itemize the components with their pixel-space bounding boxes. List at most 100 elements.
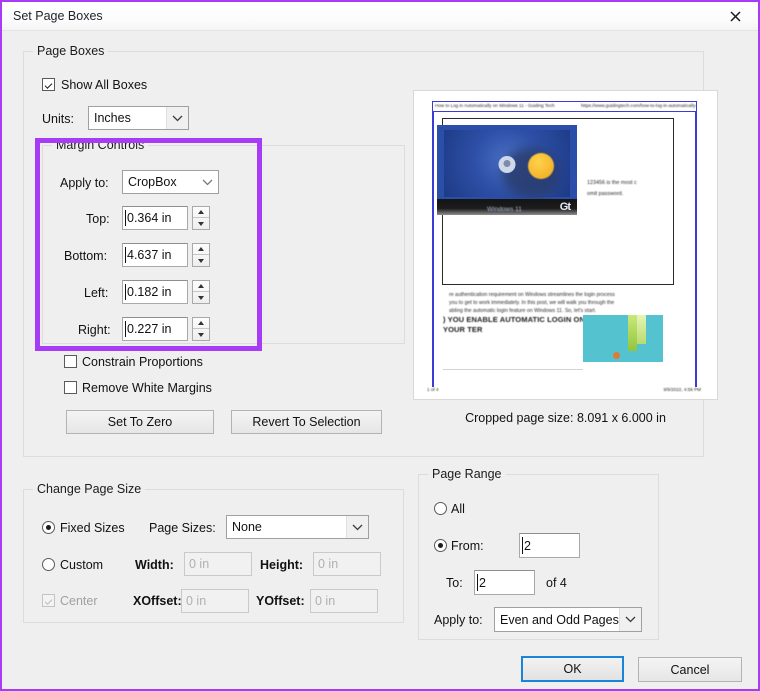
dialog-titlebar: Set Page Boxes — [2, 2, 758, 31]
center-label: Center — [60, 594, 98, 608]
preview-footer-left: 1 of 4 — [427, 387, 439, 393]
page-sizes-select[interactable]: None — [226, 515, 369, 539]
preview-page-sheet: How to Log in Automatically on Windows 1… — [425, 97, 704, 395]
stepper-down-icon[interactable] — [193, 292, 209, 303]
page-range-legend: Page Range — [428, 467, 506, 481]
stepper-up-icon[interactable] — [193, 207, 209, 218]
width-input[interactable]: 0 in — [184, 552, 252, 576]
ok-label: OK — [563, 662, 582, 676]
margin-bottom-label: Bottom: — [64, 249, 108, 263]
cancel-button[interactable]: Cancel — [638, 657, 742, 682]
height-input[interactable]: 0 in — [313, 552, 381, 576]
width-label: Width: — [135, 558, 174, 572]
set-to-zero-button[interactable]: Set To Zero — [66, 410, 214, 434]
range-apply-to-select[interactable]: Even and Odd Pages — [494, 607, 642, 632]
stepper-down-icon[interactable] — [193, 218, 209, 229]
margin-controls-group: Margin Controls — [42, 138, 405, 344]
constrain-proportions-label: Constrain Proportions — [82, 355, 203, 369]
page-boxes-legend: Page Boxes — [33, 44, 109, 58]
margin-top-value: 0.364 in — [127, 211, 172, 225]
margin-bottom-value: 4.637 in — [127, 248, 172, 262]
revert-to-selection-label: Revert To Selection — [252, 415, 361, 429]
margin-bottom-input[interactable]: 4.637 in — [122, 243, 188, 267]
page-preview: How to Log in Automatically on Windows 1… — [413, 90, 718, 400]
total-pages-label: of 4 — [546, 576, 567, 590]
preview-user-avatar — [498, 156, 516, 173]
margin-right-stepper[interactable] — [192, 317, 210, 341]
preview-secondary-thumbnail — [583, 315, 663, 362]
to-page-input[interactable]: 2 — [474, 570, 535, 595]
preview-lower-line: abling the automatic login feature on Wi… — [449, 308, 597, 314]
cropped-page-size-label: Cropped page size: 8.091 x 6.000 in — [465, 411, 666, 425]
height-label: Height: — [260, 558, 304, 572]
range-apply-to-value: Even and Odd Pages — [500, 612, 619, 627]
range-apply-to-label: Apply to: — [434, 613, 483, 627]
margin-top-label: Top: — [86, 212, 110, 226]
chevron-down-icon — [619, 608, 641, 631]
revert-to-selection-button[interactable]: Revert To Selection — [231, 410, 382, 434]
preview-lower-line: you to get to work immediately. In this … — [449, 300, 615, 306]
ok-button[interactable]: OK — [521, 656, 624, 682]
preview-header-left: How to Log in Automatically on Windows 1… — [435, 103, 555, 108]
center-checkbox — [42, 594, 55, 607]
margin-left-label: Left: — [84, 286, 109, 300]
chevron-down-icon — [166, 107, 188, 129]
preview-divider — [443, 369, 583, 370]
preview-side-note-line: omit password. — [587, 191, 624, 197]
units-value: Inches — [94, 111, 131, 125]
from-page-radio[interactable] — [434, 539, 447, 552]
margin-apply-to-select[interactable]: CropBox — [122, 170, 219, 194]
from-page-input[interactable]: 2 — [519, 533, 580, 558]
xoffset-input[interactable]: 0 in — [181, 589, 249, 613]
change-page-size-legend: Change Page Size — [33, 482, 146, 496]
custom-radio[interactable] — [42, 558, 55, 571]
preview-print-header: How to Log in Automatically on Windows 1… — [432, 101, 697, 112]
stepper-down-icon[interactable] — [193, 329, 209, 340]
fixed-sizes-radio[interactable] — [42, 521, 55, 534]
units-label: Units: — [42, 112, 74, 126]
preview-brand-mark: Gt — [559, 201, 571, 213]
all-pages-radio[interactable] — [434, 502, 447, 515]
from-page-value: 2 — [524, 538, 531, 553]
yoffset-value: 0 in — [315, 594, 336, 608]
show-all-boxes-label: Show All Boxes — [61, 78, 148, 92]
margin-controls-legend: Margin Controls — [52, 138, 149, 152]
margin-bottom-stepper[interactable] — [192, 243, 210, 267]
height-value: 0 in — [318, 557, 339, 571]
units-select[interactable]: Inches — [88, 106, 189, 130]
xoffset-value: 0 in — [186, 594, 207, 608]
margin-right-value: 0.227 in — [127, 322, 172, 336]
from-page-label: From: — [451, 539, 484, 553]
stepper-up-icon[interactable] — [193, 318, 209, 329]
show-all-boxes-checkbox[interactable] — [42, 78, 55, 91]
set-to-zero-label: Set To Zero — [107, 415, 173, 429]
close-icon[interactable] — [712, 2, 758, 30]
constrain-proportions-checkbox[interactable] — [64, 355, 77, 368]
margin-left-stepper[interactable] — [192, 280, 210, 304]
set-page-boxes-dialog: Set Page Boxes Page Boxes Show All Boxes… — [0, 0, 760, 691]
margin-right-input[interactable]: 0.227 in — [122, 317, 188, 341]
yoffset-input[interactable]: 0 in — [310, 589, 378, 613]
preview-heading: ) YOU ENABLE AUTOMATIC LOGIN ON YOUR TER — [443, 315, 585, 335]
dialog-title: Set Page Boxes — [13, 9, 103, 23]
preview-header-right: https://www.guidingtech.com/how-to-log-i… — [581, 103, 697, 108]
margin-apply-to-value: CropBox — [128, 175, 177, 189]
all-pages-label: All — [451, 502, 465, 516]
stepper-up-icon[interactable] — [193, 244, 209, 255]
preview-lower-line: re authentication requirement on Windows… — [449, 292, 615, 298]
xoffset-label: XOffset: — [133, 594, 182, 608]
margin-left-input[interactable]: 0.182 in — [122, 280, 188, 304]
chevron-down-icon — [346, 516, 368, 538]
remove-white-margins-checkbox[interactable] — [64, 381, 77, 394]
stepper-down-icon[interactable] — [193, 255, 209, 266]
preview-laptop-screen — [444, 130, 570, 198]
page-sizes-label: Page Sizes: — [149, 521, 216, 535]
margin-apply-to-label: Apply to: — [60, 176, 109, 190]
preview-windows-mark: Windows 11 — [487, 206, 522, 213]
margin-top-input[interactable]: 0.364 in — [122, 206, 188, 230]
preview-emoji — [528, 153, 554, 179]
margin-right-label: Right: — [78, 323, 111, 337]
fixed-sizes-label: Fixed Sizes — [60, 521, 125, 535]
stepper-up-icon[interactable] — [193, 281, 209, 292]
margin-top-stepper[interactable] — [192, 206, 210, 230]
